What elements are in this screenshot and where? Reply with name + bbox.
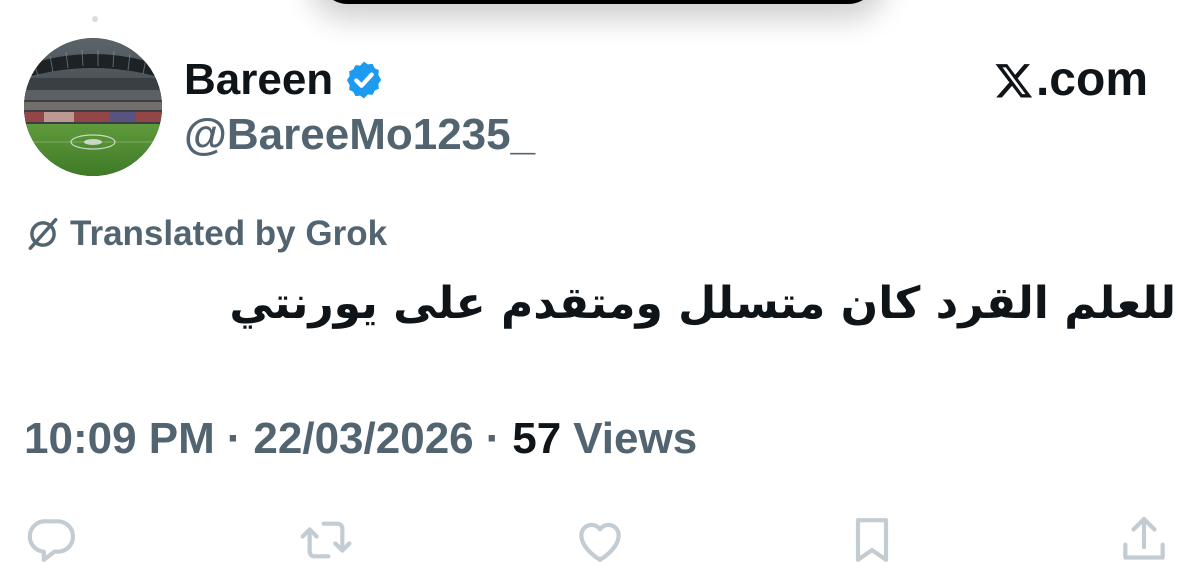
- meta-separator: ·: [226, 414, 242, 463]
- tweet-screenshot: Bareen @BareeMo1235_ .com Translated by …: [0, 0, 1200, 586]
- avatar[interactable]: [24, 38, 162, 176]
- views-count[interactable]: 57: [512, 414, 573, 464]
- brand-mark: .com: [994, 52, 1148, 107]
- author-name-row[interactable]: Bareen: [184, 54, 385, 106]
- share-button[interactable]: [1116, 512, 1172, 568]
- share-icon: [1123, 516, 1165, 560]
- bookmark-button[interactable]: [844, 512, 900, 568]
- device-top-bar: [318, 0, 878, 4]
- views-label[interactable]: Views: [573, 414, 697, 464]
- author-handle[interactable]: @BareeMo1235_: [184, 110, 535, 160]
- translation-label: Translated by Grok: [70, 214, 388, 253]
- tweet-actions: [0, 512, 1200, 572]
- bookmark-icon: [855, 518, 889, 562]
- tweet-time[interactable]: 10:09 PM: [24, 414, 215, 464]
- retweet-button[interactable]: [298, 512, 354, 568]
- translate-slash-icon: [28, 218, 58, 250]
- like-icon: [579, 522, 621, 562]
- brand-text: .com: [1035, 53, 1148, 106]
- translation-notice[interactable]: Translated by Grok: [24, 214, 387, 254]
- meta-separator: ·: [485, 414, 501, 463]
- reply-icon: [27, 519, 76, 562]
- tweet-date[interactable]: 22/03/2026: [253, 414, 473, 464]
- retweet-icon: [300, 521, 352, 559]
- device-dot: [92, 16, 98, 22]
- verified-badge-icon: [347, 61, 382, 99]
- like-button[interactable]: [572, 512, 628, 568]
- tweet-meta: 10:09 PM · 22/03/2026 · 57 Views: [24, 414, 697, 464]
- reply-button[interactable]: [24, 512, 80, 568]
- tweet-text: للعلم القرد كان متسلل ومتقدم على يورنتي: [229, 278, 1176, 329]
- x-logo-icon: [995, 63, 1033, 97]
- author-display-name[interactable]: Bareen: [184, 55, 333, 105]
- avatar-image: [24, 38, 162, 176]
